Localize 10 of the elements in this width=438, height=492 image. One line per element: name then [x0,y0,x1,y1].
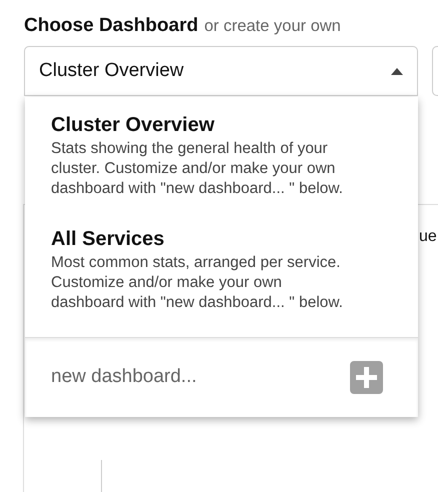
panel-text: ue [419,227,437,247]
field-label: Choose Dashboard [24,14,198,38]
caret-up-icon [391,68,403,74]
plus-icon [356,367,377,388]
add-button[interactable] [350,361,383,394]
field-hint: or create your own [204,16,341,37]
new-dashboard-field[interactable]: new dashboard... [51,363,301,392]
dashboard-select[interactable]: Cluster Overview [24,46,418,96]
dashboard-option[interactable]: All Services Most common stats, arranged per service. Customize and/or make your own dashboard with "new dashboard... " below. [25,225,418,313]
dashboard-option[interactable]: Cluster Overview Stats showing the general health of your cluster. Customize and/or make your own dashboard with "new dashboard... " below. [25,111,418,199]
